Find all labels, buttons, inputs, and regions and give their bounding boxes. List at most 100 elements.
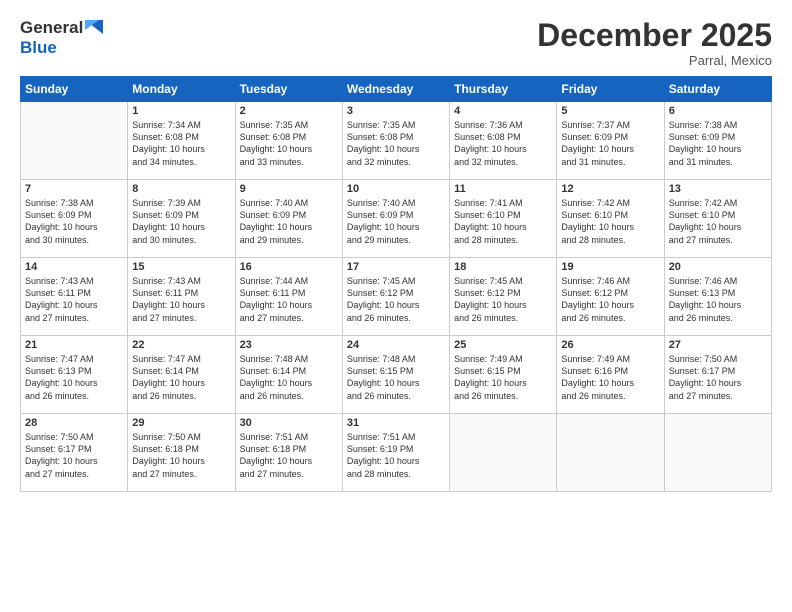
- day-detail: Sunrise: 7:42 AMSunset: 6:10 PMDaylight:…: [669, 197, 767, 246]
- day-number: 7: [25, 183, 123, 195]
- calendar-cell: 19 Sunrise: 7:46 AMSunset: 6:12 PMDayligh…: [557, 258, 664, 336]
- calendar-cell: 1 Sunrise: 7:34 AMSunset: 6:08 PMDaylight…: [128, 102, 235, 180]
- weekday-header-saturday: Saturday: [664, 77, 771, 102]
- calendar-cell: 3Sunrise: 7:35 AMSunset: 6:08 PMDaylight…: [342, 102, 449, 180]
- day-detail: Sunrise: 7:43 AMSunset: 6:11 PMDaylight:…: [25, 275, 123, 324]
- day-number: 17: [347, 261, 445, 273]
- weekday-header-wednesday: Wednesday: [342, 77, 449, 102]
- day-detail: Sunrise: 7:48 AMSunset: 6:14 PMDaylight:…: [240, 353, 338, 402]
- calendar-week-1: 1 Sunrise: 7:34 AMSunset: 6:08 PMDaylight…: [21, 102, 772, 180]
- day-number: 31: [347, 417, 445, 429]
- day-number: 21: [25, 339, 123, 351]
- day-detail: Sunrise: 7:34 AMSunset: 6:08 PMDaylight:…: [132, 119, 230, 168]
- day-number: 20: [669, 261, 767, 273]
- calendar-cell: 31 Sunrise: 7:51 AMSunset: 6:19 PMDayligh…: [342, 414, 449, 492]
- calendar-cell: 26 Sunrise: 7:49 AMSunset: 6:16 PMDayligh…: [557, 336, 664, 414]
- day-detail: Sunrise: 7:42 AMSunset: 6:10 PMDaylight:…: [561, 197, 659, 246]
- day-detail: Sunrise: 7:50 AMSunset: 6:18 PMDaylight:…: [132, 431, 230, 480]
- logo: General Blue: [20, 18, 103, 58]
- calendar-cell: 30Sunrise: 7:51 AMSunset: 6:18 PMDayligh…: [235, 414, 342, 492]
- calendar-cell: 16Sunrise: 7:44 AMSunset: 6:11 PMDayligh…: [235, 258, 342, 336]
- day-number: 1: [132, 105, 230, 117]
- day-detail: Sunrise: 7:46 AMSunset: 6:13 PMDaylight:…: [669, 275, 767, 324]
- calendar-cell: 5 Sunrise: 7:37 AMSunset: 6:09 PMDaylight…: [557, 102, 664, 180]
- day-detail: Sunrise: 7:44 AMSunset: 6:11 PMDaylight:…: [240, 275, 338, 324]
- day-detail: Sunrise: 7:45 AMSunset: 6:12 PMDaylight:…: [454, 275, 552, 324]
- weekday-header-sunday: Sunday: [21, 77, 128, 102]
- day-detail: Sunrise: 7:36 AMSunset: 6:08 PMDaylight:…: [454, 119, 552, 168]
- day-detail: Sunrise: 7:37 AMSunset: 6:09 PMDaylight:…: [561, 119, 659, 168]
- weekday-header-monday: Monday: [128, 77, 235, 102]
- day-detail: Sunrise: 7:46 AMSunset: 6:12 PMDaylight:…: [561, 275, 659, 324]
- day-number: 3: [347, 105, 445, 117]
- day-number: 13: [669, 183, 767, 195]
- calendar-week-5: 28 Sunrise: 7:50 AMSunset: 6:17 PMDayligh…: [21, 414, 772, 492]
- day-number: 29: [132, 417, 230, 429]
- calendar-cell: 20 Sunrise: 7:46 AMSunset: 6:13 PMDayligh…: [664, 258, 771, 336]
- calendar-cell: 2 Sunrise: 7:35 AMSunset: 6:08 PMDaylight…: [235, 102, 342, 180]
- day-number: 27: [669, 339, 767, 351]
- day-number: 15: [132, 261, 230, 273]
- calendar-cell: 27 Sunrise: 7:50 AMSunset: 6:17 PMDayligh…: [664, 336, 771, 414]
- day-number: 12: [561, 183, 659, 195]
- calendar-cell: 10Sunrise: 7:40 AMSunset: 6:09 PMDayligh…: [342, 180, 449, 258]
- day-detail: Sunrise: 7:49 AMSunset: 6:15 PMDaylight:…: [454, 353, 552, 402]
- weekday-header-tuesday: Tuesday: [235, 77, 342, 102]
- location-subtitle: Parral, Mexico: [537, 53, 772, 68]
- day-number: 9: [240, 183, 338, 195]
- page-header: General Blue December 2025 Parral, Mexic…: [20, 18, 772, 68]
- calendar-cell: 6 Sunrise: 7:38 AMSunset: 6:09 PMDaylight…: [664, 102, 771, 180]
- day-detail: Sunrise: 7:43 AMSunset: 6:11 PMDaylight:…: [132, 275, 230, 324]
- calendar-cell: 23 Sunrise: 7:48 AMSunset: 6:14 PMDayligh…: [235, 336, 342, 414]
- calendar-cell: 8Sunrise: 7:39 AMSunset: 6:09 PMDaylight…: [128, 180, 235, 258]
- calendar-cell: 11Sunrise: 7:41 AMSunset: 6:10 PMDayligh…: [450, 180, 557, 258]
- calendar-cell: 22Sunrise: 7:47 AMSunset: 6:14 PMDayligh…: [128, 336, 235, 414]
- calendar-cell: 28 Sunrise: 7:50 AMSunset: 6:17 PMDayligh…: [21, 414, 128, 492]
- weekday-header-friday: Friday: [557, 77, 664, 102]
- calendar-cell: 12 Sunrise: 7:42 AMSunset: 6:10 PMDayligh…: [557, 180, 664, 258]
- calendar-cell: [664, 414, 771, 492]
- day-number: 25: [454, 339, 552, 351]
- day-number: 4: [454, 105, 552, 117]
- title-area: December 2025 Parral, Mexico: [537, 18, 772, 68]
- calendar-cell: [557, 414, 664, 492]
- day-detail: Sunrise: 7:40 AMSunset: 6:09 PMDaylight:…: [347, 197, 445, 246]
- calendar-week-4: 21 Sunrise: 7:47 AMSunset: 6:13 PMDayligh…: [21, 336, 772, 414]
- month-title: December 2025: [537, 18, 772, 53]
- calendar-cell: 25 Sunrise: 7:49 AMSunset: 6:15 PMDayligh…: [450, 336, 557, 414]
- day-detail: Sunrise: 7:49 AMSunset: 6:16 PMDaylight:…: [561, 353, 659, 402]
- day-number: 22: [132, 339, 230, 351]
- calendar-cell: 13 Sunrise: 7:42 AMSunset: 6:10 PMDayligh…: [664, 180, 771, 258]
- day-detail: Sunrise: 7:45 AMSunset: 6:12 PMDaylight:…: [347, 275, 445, 324]
- calendar-cell: [21, 102, 128, 180]
- day-number: 5: [561, 105, 659, 117]
- calendar-cell: [450, 414, 557, 492]
- day-detail: Sunrise: 7:51 AMSunset: 6:19 PMDaylight:…: [347, 431, 445, 480]
- day-detail: Sunrise: 7:35 AMSunset: 6:08 PMDaylight:…: [240, 119, 338, 168]
- day-number: 23: [240, 339, 338, 351]
- day-number: 2: [240, 105, 338, 117]
- day-number: 14: [25, 261, 123, 273]
- calendar-cell: 24Sunrise: 7:48 AMSunset: 6:15 PMDayligh…: [342, 336, 449, 414]
- calendar-cell: 4 Sunrise: 7:36 AMSunset: 6:08 PMDaylight…: [450, 102, 557, 180]
- calendar-cell: 29 Sunrise: 7:50 AMSunset: 6:18 PMDayligh…: [128, 414, 235, 492]
- calendar-table: SundayMondayTuesdayWednesdayThursdayFrid…: [20, 76, 772, 492]
- day-number: 6: [669, 105, 767, 117]
- day-detail: Sunrise: 7:50 AMSunset: 6:17 PMDaylight:…: [669, 353, 767, 402]
- day-detail: Sunrise: 7:39 AMSunset: 6:09 PMDaylight:…: [132, 197, 230, 246]
- calendar-cell: 18Sunrise: 7:45 AMSunset: 6:12 PMDayligh…: [450, 258, 557, 336]
- day-number: 24: [347, 339, 445, 351]
- day-number: 11: [454, 183, 552, 195]
- day-detail: Sunrise: 7:50 AMSunset: 6:17 PMDaylight:…: [25, 431, 123, 480]
- calendar-cell: 15 Sunrise: 7:43 AMSunset: 6:11 PMDayligh…: [128, 258, 235, 336]
- day-detail: Sunrise: 7:38 AMSunset: 6:09 PMDaylight:…: [669, 119, 767, 168]
- calendar-cell: 17 Sunrise: 7:45 AMSunset: 6:12 PMDayligh…: [342, 258, 449, 336]
- calendar-week-3: 14 Sunrise: 7:43 AMSunset: 6:11 PMDayligh…: [21, 258, 772, 336]
- day-number: 28: [25, 417, 123, 429]
- day-number: 26: [561, 339, 659, 351]
- calendar-cell: 21 Sunrise: 7:47 AMSunset: 6:13 PMDayligh…: [21, 336, 128, 414]
- day-number: 19: [561, 261, 659, 273]
- calendar-cell: 7 Sunrise: 7:38 AMSunset: 6:09 PMDaylight…: [21, 180, 128, 258]
- day-detail: Sunrise: 7:38 AMSunset: 6:09 PMDaylight:…: [25, 197, 123, 246]
- day-detail: Sunrise: 7:47 AMSunset: 6:13 PMDaylight:…: [25, 353, 123, 402]
